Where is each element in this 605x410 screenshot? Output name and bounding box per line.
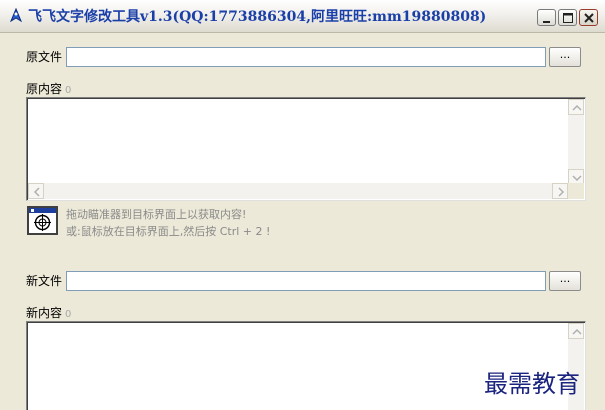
- minimize-icon: [543, 21, 550, 23]
- scroll-left-button[interactable]: [28, 183, 44, 199]
- targeter-hint-line2: 或:鼠标放在目标界面上,然后按 Ctrl + 2 !: [66, 225, 271, 238]
- title-bar[interactable]: 飞飞文字修改工具v1.3(QQ:1773886304,阿里旺旺:mm198808…: [0, 0, 605, 33]
- new-file-input[interactable]: [66, 271, 546, 291]
- scroll-corner: [568, 183, 584, 199]
- new-content-title: 新内容: [26, 306, 63, 320]
- scroll-right-button[interactable]: [552, 183, 568, 199]
- app-window: 飞飞文字修改工具v1.3(QQ:1773886304,阿里旺旺:mm198808…: [0, 0, 605, 410]
- scroll-up-button[interactable]: [568, 99, 584, 115]
- minimize-button[interactable]: [537, 9, 556, 26]
- maximize-button[interactable]: [558, 9, 577, 26]
- targeter-drag-handle[interactable]: [27, 206, 58, 235]
- new-file-label: 新文件: [26, 274, 63, 288]
- chevron-left-icon: [33, 187, 40, 197]
- chevron-right-icon: [558, 187, 565, 197]
- chevron-up-icon: [572, 328, 582, 335]
- app-icon: [8, 7, 24, 24]
- scroll-up-button[interactable]: [568, 323, 584, 339]
- original-content-title: 原内容: [26, 82, 63, 96]
- new-file-browse-button[interactable]: ...: [549, 271, 581, 291]
- new-content-label: 新内容 0: [26, 304, 71, 321]
- chevron-up-icon: [572, 104, 582, 111]
- close-icon: [584, 13, 594, 23]
- original-file-label: 原文件: [26, 50, 63, 64]
- original-content-count: 0: [65, 85, 72, 96]
- maximize-icon: [563, 13, 573, 23]
- original-file-input[interactable]: [66, 47, 546, 67]
- close-button[interactable]: [579, 9, 598, 26]
- original-content-hscrollbar[interactable]: [28, 183, 568, 199]
- original-file-browse-button[interactable]: ...: [549, 47, 581, 67]
- window-title: 飞飞文字修改工具v1.3(QQ:1773886304,阿里旺旺:mm198808…: [28, 9, 487, 25]
- crosshair-icon: [29, 208, 56, 231]
- original-content-textarea[interactable]: [26, 97, 586, 201]
- watermark-text: 最需教育: [484, 370, 580, 398]
- targeter-hint-line1: 拖动瞄准器到目标界面上以获取内容!: [66, 208, 247, 221]
- original-content-label: 原内容 0: [26, 80, 71, 97]
- original-content-vscrollbar[interactable]: [568, 99, 584, 185]
- new-content-count: 0: [65, 309, 72, 320]
